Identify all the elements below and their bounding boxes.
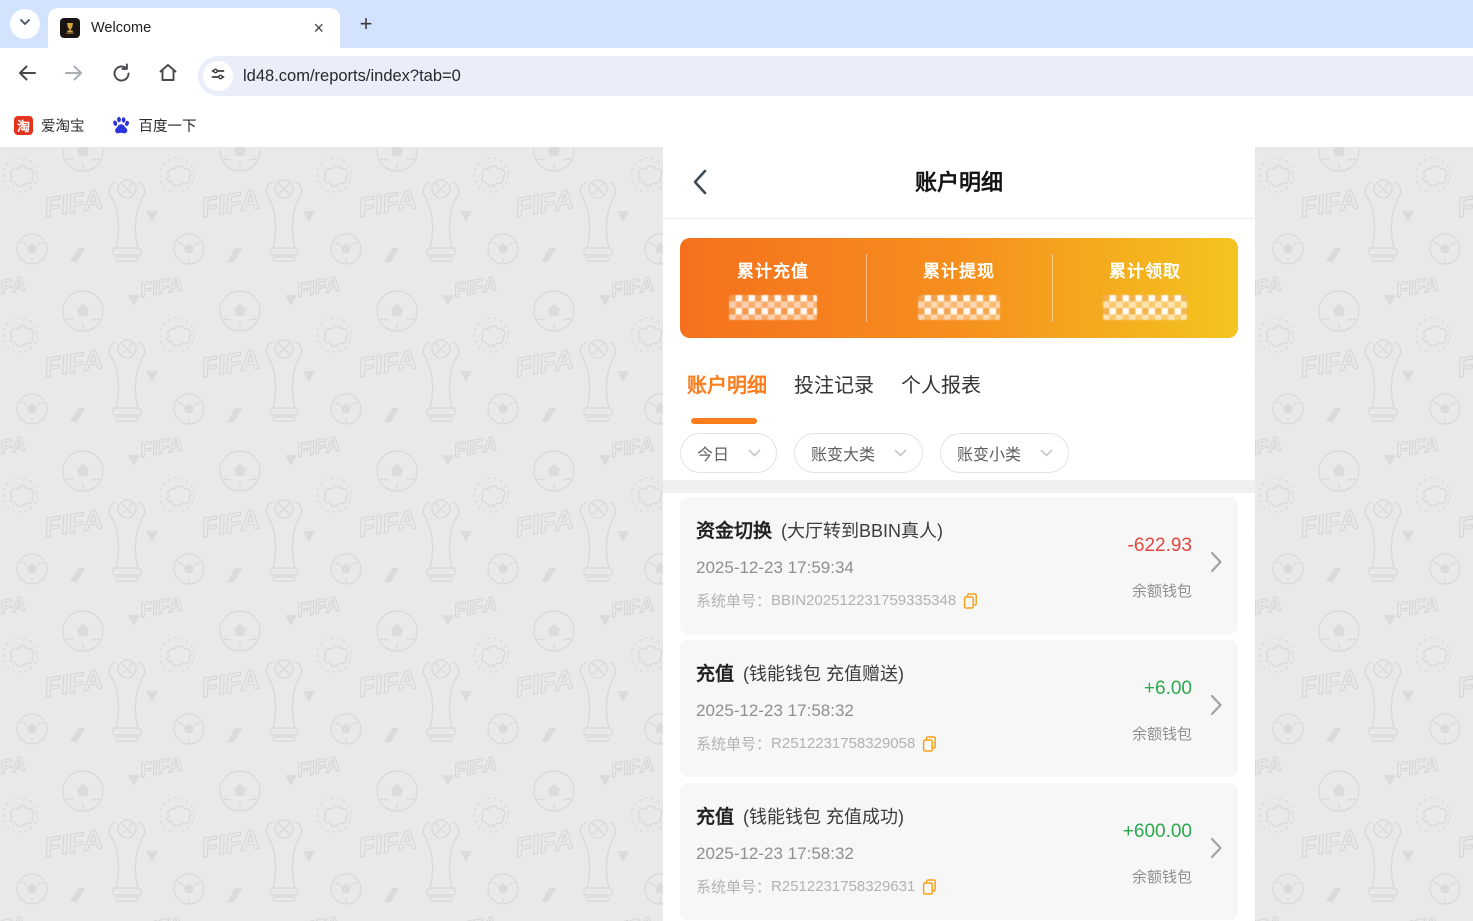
bookmark-label: 百度一下 bbox=[139, 115, 197, 136]
masked-value bbox=[729, 295, 817, 320]
arrow-right-icon bbox=[62, 61, 86, 90]
tab-account-details[interactable]: 账户明细 bbox=[687, 372, 767, 400]
order-label: 系统单号： bbox=[696, 733, 771, 754]
browser-tabstrip: Welcome × + bbox=[0, 0, 1473, 48]
page-content: FIFA FIFA FIFA 账户明细 累计充值 bbox=[0, 147, 1473, 921]
chevron-down-icon bbox=[748, 449, 761, 457]
summary-label: 累计充值 bbox=[737, 257, 809, 282]
bookmark-label: 爱淘宝 bbox=[41, 115, 85, 136]
baidu-paw-icon bbox=[111, 115, 131, 135]
page-title: 账户明细 bbox=[663, 147, 1255, 218]
record-amount: -622.93 bbox=[1128, 535, 1192, 557]
copy-button[interactable] bbox=[922, 736, 937, 752]
record-subtitle: (钱能钱包 充值赠送) bbox=[743, 660, 904, 686]
tab-bet-records[interactable]: 投注记录 bbox=[794, 372, 874, 400]
record-card[interactable]: 充值 (钱能钱包 充值成功) 2025-12-23 17:58:32 系统单号：… bbox=[680, 783, 1238, 920]
filter-label: 账变小类 bbox=[957, 441, 1021, 465]
tab-title: Welcome bbox=[91, 20, 151, 36]
summary-label: 累计领取 bbox=[1109, 257, 1181, 282]
masked-value bbox=[1103, 295, 1187, 320]
forward-button[interactable] bbox=[61, 63, 87, 89]
order-number: BBIN202512231759335348 bbox=[771, 592, 956, 609]
record-wallet: 余额钱包 bbox=[1132, 723, 1192, 744]
summary-total-claimed: 累计领取 bbox=[1052, 238, 1238, 338]
new-tab-button[interactable]: + bbox=[352, 10, 380, 38]
tab-personal-report[interactable]: 个人报表 bbox=[901, 372, 981, 400]
chevron-right-icon bbox=[1210, 836, 1223, 865]
chevron-down-icon bbox=[18, 15, 32, 34]
copy-button[interactable] bbox=[922, 879, 937, 895]
bookmarks-bar: 淘 爱淘宝 百度一下 bbox=[0, 103, 1473, 147]
record-card[interactable]: 资金切换 (大厅转到BBIN真人) 2025-12-23 17:59:34 系统… bbox=[680, 497, 1238, 634]
browser-tab[interactable]: Welcome × bbox=[48, 8, 340, 48]
back-button-page[interactable] bbox=[691, 168, 711, 196]
record-wallet: 余额钱包 bbox=[1132, 580, 1192, 601]
filter-date-dropdown[interactable]: 今日 bbox=[680, 433, 777, 473]
filter-category-dropdown[interactable]: 账变大类 bbox=[794, 433, 923, 473]
tab-close-button[interactable]: × bbox=[309, 17, 328, 39]
record-subtitle: (大厅转到BBIN真人) bbox=[781, 517, 943, 543]
browser-window: Welcome × + bbox=[0, 0, 1473, 921]
record-subtitle: (钱能钱包 充值成功) bbox=[743, 803, 904, 829]
home-icon bbox=[156, 61, 180, 90]
record-datetime: 2025-12-23 17:58:32 bbox=[696, 701, 1238, 721]
chevron-right-icon bbox=[1210, 693, 1223, 722]
copy-button[interactable] bbox=[963, 593, 978, 609]
panel-header: 账户明细 bbox=[663, 147, 1255, 219]
chevron-right-icon bbox=[1210, 550, 1223, 579]
order-number: R2512231758329631 bbox=[771, 878, 915, 895]
chevron-left-icon bbox=[691, 183, 709, 200]
site-settings-button[interactable] bbox=[203, 61, 233, 91]
order-number: R2512231758329058 bbox=[771, 735, 915, 752]
section-divider bbox=[663, 480, 1255, 493]
taobao-icon: 淘 bbox=[14, 116, 33, 135]
masked-value bbox=[918, 295, 1000, 320]
chevron-down-icon bbox=[1040, 449, 1053, 457]
tab-search-button[interactable] bbox=[10, 9, 40, 39]
record-type: 充值 bbox=[696, 659, 734, 686]
record-wallet: 余额钱包 bbox=[1132, 866, 1192, 887]
record-list: 资金切换 (大厅转到BBIN真人) 2025-12-23 17:59:34 系统… bbox=[663, 493, 1255, 920]
record-card[interactable]: 充值 (钱能钱包 充值赠送) 2025-12-23 17:58:32 系统单号：… bbox=[680, 640, 1238, 777]
section-tabs: 账户明细 投注记录 个人报表 bbox=[663, 338, 1255, 400]
filter-label: 今日 bbox=[697, 441, 729, 465]
summary-total-deposit: 累计充值 bbox=[680, 238, 866, 338]
filter-row: 今日 账变大类 账变小类 bbox=[663, 424, 1255, 473]
record-datetime: 2025-12-23 17:58:32 bbox=[696, 844, 1238, 864]
account-details-panel: 账户明细 累计充值 累计提现 累计领取 账户明细 投注记录 bbox=[663, 147, 1255, 921]
bookmark-baidu[interactable]: 百度一下 bbox=[111, 115, 197, 136]
bookmark-taobao[interactable]: 淘 爱淘宝 bbox=[14, 115, 85, 136]
trophy-crest-icon bbox=[60, 18, 80, 38]
summary-label: 累计提现 bbox=[923, 257, 995, 282]
home-button[interactable] bbox=[155, 63, 181, 89]
record-datetime: 2025-12-23 17:59:34 bbox=[696, 558, 1238, 578]
reload-button[interactable] bbox=[108, 63, 134, 89]
summary-total-withdraw: 累计提现 bbox=[866, 238, 1052, 338]
record-type: 资金切换 bbox=[696, 516, 772, 543]
order-label: 系统单号： bbox=[696, 590, 771, 611]
record-amount: +600.00 bbox=[1123, 821, 1192, 843]
url-text: ld48.com/reports/index?tab=0 bbox=[243, 67, 461, 86]
filter-subcategory-dropdown[interactable]: 账变小类 bbox=[940, 433, 1069, 473]
browser-toolbar: ld48.com/reports/index?tab=0 bbox=[0, 48, 1473, 103]
record-amount: +6.00 bbox=[1144, 678, 1192, 700]
tune-icon bbox=[210, 66, 226, 87]
record-type: 充值 bbox=[696, 802, 734, 829]
summary-card: 累计充值 累计提现 累计领取 bbox=[680, 238, 1238, 338]
arrow-left-icon bbox=[15, 61, 39, 90]
back-button[interactable] bbox=[14, 63, 40, 89]
reload-icon bbox=[110, 62, 133, 90]
filter-label: 账变大类 bbox=[811, 441, 875, 465]
order-label: 系统单号： bbox=[696, 876, 771, 897]
address-bar[interactable]: ld48.com/reports/index?tab=0 bbox=[198, 56, 1473, 96]
chevron-down-icon bbox=[894, 449, 907, 457]
